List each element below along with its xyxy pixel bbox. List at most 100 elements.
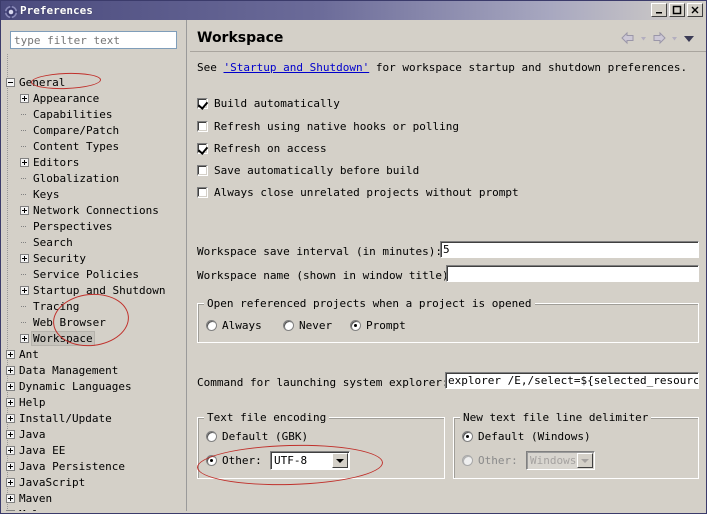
expand-plus-icon[interactable] <box>6 365 15 375</box>
collapse-minus-icon[interactable] <box>6 77 15 87</box>
radio-prompt[interactable]: Prompt <box>350 319 406 332</box>
tree-item-label: Java <box>19 427 46 441</box>
tree-item-ant[interactable]: Ant <box>1 346 186 362</box>
checkbox-always-close-unrelated-projects-without-prompt[interactable]: Always close unrelated projects without … <box>197 186 519 199</box>
expand-plus-icon[interactable] <box>6 477 15 487</box>
expand-plus-icon[interactable] <box>20 93 29 103</box>
tree-item-java[interactable]: Java <box>1 426 186 442</box>
tree-item-install-update[interactable]: Install/Update <box>1 410 186 426</box>
tree-leaf-icon <box>20 174 29 183</box>
checkbox-refresh-on-access[interactable]: Refresh on access <box>197 142 327 155</box>
delimiter-other-radio[interactable]: Other: <box>462 454 518 467</box>
checkbox-save-automatically-before-build[interactable]: Save automatically before build <box>197 164 419 177</box>
page-nav-icons <box>620 30 696 45</box>
tree-item-service-policies[interactable]: Service Policies <box>1 266 186 282</box>
tree-item-appearance[interactable]: Appearance <box>1 90 186 106</box>
expand-plus-icon[interactable] <box>20 285 29 295</box>
tree-leaf-icon <box>20 110 29 119</box>
window-controls <box>651 3 703 17</box>
checkbox-refresh-using-native-hooks-or-polling[interactable]: Refresh using native hooks or polling <box>197 120 459 133</box>
tree-item-label: Data Management <box>19 363 119 377</box>
encoding-default-radio[interactable]: Default (GBK) <box>206 430 308 443</box>
dialog-body: General Appearance Capabilities Compare/Pat… <box>1 20 706 513</box>
minimize-button[interactable] <box>651 3 667 17</box>
tree-item-javascript[interactable]: JavaScript <box>1 474 186 490</box>
delimiter-combo-chevron-down-icon[interactable] <box>577 453 593 468</box>
expand-plus-icon[interactable] <box>6 381 15 391</box>
encoding-other-radio[interactable]: Other: <box>206 454 262 467</box>
tree-item-compare-patch[interactable]: Compare/Patch <box>1 122 186 138</box>
tree-item-capabilities[interactable]: Capabilities <box>1 106 186 122</box>
tree-item-dynamic-languages[interactable]: Dynamic Languages <box>1 378 186 394</box>
tree-item-perspectives[interactable]: Perspectives <box>1 218 186 234</box>
expand-plus-icon[interactable] <box>6 445 15 455</box>
tree-leaf-icon <box>20 238 29 247</box>
expand-plus-icon[interactable] <box>6 397 15 407</box>
checkbox-label: Refresh using native hooks or polling <box>214 120 460 133</box>
filter-input[interactable] <box>10 31 177 49</box>
delimiter-combo[interactable]: Windows <box>526 451 595 470</box>
tree-item-data-management[interactable]: Data Management <box>1 362 186 378</box>
tree-leaf-icon <box>20 126 29 135</box>
tree-item-web-browser[interactable]: Web Browser <box>1 314 186 330</box>
radio-never-label: Never <box>299 319 333 332</box>
tree-item-content-types[interactable]: Content Types <box>1 138 186 154</box>
startup-shutdown-link[interactable]: 'Startup and Shutdown' <box>224 61 370 74</box>
tree-item-label: Java Persistence <box>19 459 125 473</box>
tree-item-keys[interactable]: Keys <box>1 186 186 202</box>
tree-item-label: General <box>19 75 66 89</box>
tree-item-label: Keys <box>33 187 60 201</box>
expand-plus-icon[interactable] <box>6 461 15 471</box>
tree-item-general[interactable]: General <box>1 74 186 90</box>
tree-leaf-icon <box>20 142 29 151</box>
gear-icon <box>4 4 18 19</box>
expand-plus-icon[interactable] <box>6 413 15 423</box>
checkbox-label: Build automatically <box>214 97 340 110</box>
expand-plus-icon[interactable] <box>20 157 29 167</box>
encoding-combo-value: UTF-8 <box>274 454 308 467</box>
tree-item-label: JavaScript <box>19 475 86 489</box>
delimiter-default-radio[interactable]: Default (Windows) <box>462 430 591 443</box>
encoding-combo-chevron-down-icon[interactable] <box>332 453 348 468</box>
encoding-combo[interactable]: UTF-8 <box>270 451 350 470</box>
close-button[interactable] <box>687 3 703 17</box>
tree-item-editors[interactable]: Editors <box>1 154 186 170</box>
tree-item-security[interactable]: Security <box>1 250 186 266</box>
tree-item-startup-and-shutdown[interactable]: Startup and Shutdown <box>1 282 186 298</box>
tree-item-java-persistence[interactable]: Java Persistence <box>1 458 186 474</box>
expand-plus-icon[interactable] <box>20 205 29 215</box>
expand-plus-icon[interactable] <box>6 349 15 359</box>
pane-divider[interactable] <box>186 20 189 513</box>
tree-item-network-connections[interactable]: Network Connections <box>1 202 186 218</box>
tree-item-help[interactable]: Help <box>1 394 186 410</box>
checkbox-build-automatically[interactable]: Build automatically <box>197 97 340 110</box>
back-chevron-down-icon[interactable] <box>639 30 648 44</box>
encoding-default-indicator <box>206 431 217 442</box>
tree-item-workspace[interactable]: Workspace <box>1 330 186 346</box>
radio-always[interactable]: Always <box>206 319 262 332</box>
tree-item-globalization[interactable]: Globalization <box>1 170 186 186</box>
window-title: Preferences <box>20 4 93 17</box>
expand-plus-icon[interactable] <box>20 253 29 263</box>
tree-item-search[interactable]: Search <box>1 234 186 250</box>
forward-chevron-down-icon[interactable] <box>670 30 679 44</box>
explorer-command-input[interactable]: explorer /E,/select=${selected_resource_… <box>445 372 699 389</box>
expand-plus-icon[interactable] <box>20 333 29 343</box>
menu-triangle-icon[interactable] <box>682 30 696 44</box>
maximize-button[interactable] <box>669 3 685 17</box>
expand-plus-icon[interactable] <box>6 429 15 439</box>
tree-item-label: Content Types <box>33 139 120 153</box>
delimiter-default-label: Default (Windows) <box>478 430 591 443</box>
tree-item-java-ee[interactable]: Java EE <box>1 442 186 458</box>
workspace-name-input[interactable] <box>446 265 699 282</box>
preferences-sidebar: General Appearance Capabilities Compare/Pat… <box>1 20 186 513</box>
title-separator <box>190 51 706 52</box>
radio-never[interactable]: Never <box>283 319 332 332</box>
save-interval-input[interactable]: 5 <box>440 241 699 258</box>
preferences-tree[interactable]: General Appearance Capabilities Compare/Pat… <box>1 54 186 513</box>
forward-arrow-icon[interactable] <box>651 30 667 45</box>
back-arrow-icon[interactable] <box>620 30 636 45</box>
expand-plus-icon[interactable] <box>6 493 15 503</box>
tree-item-tracing[interactable]: Tracing <box>1 298 186 314</box>
tree-item-maven[interactable]: Maven <box>1 490 186 506</box>
